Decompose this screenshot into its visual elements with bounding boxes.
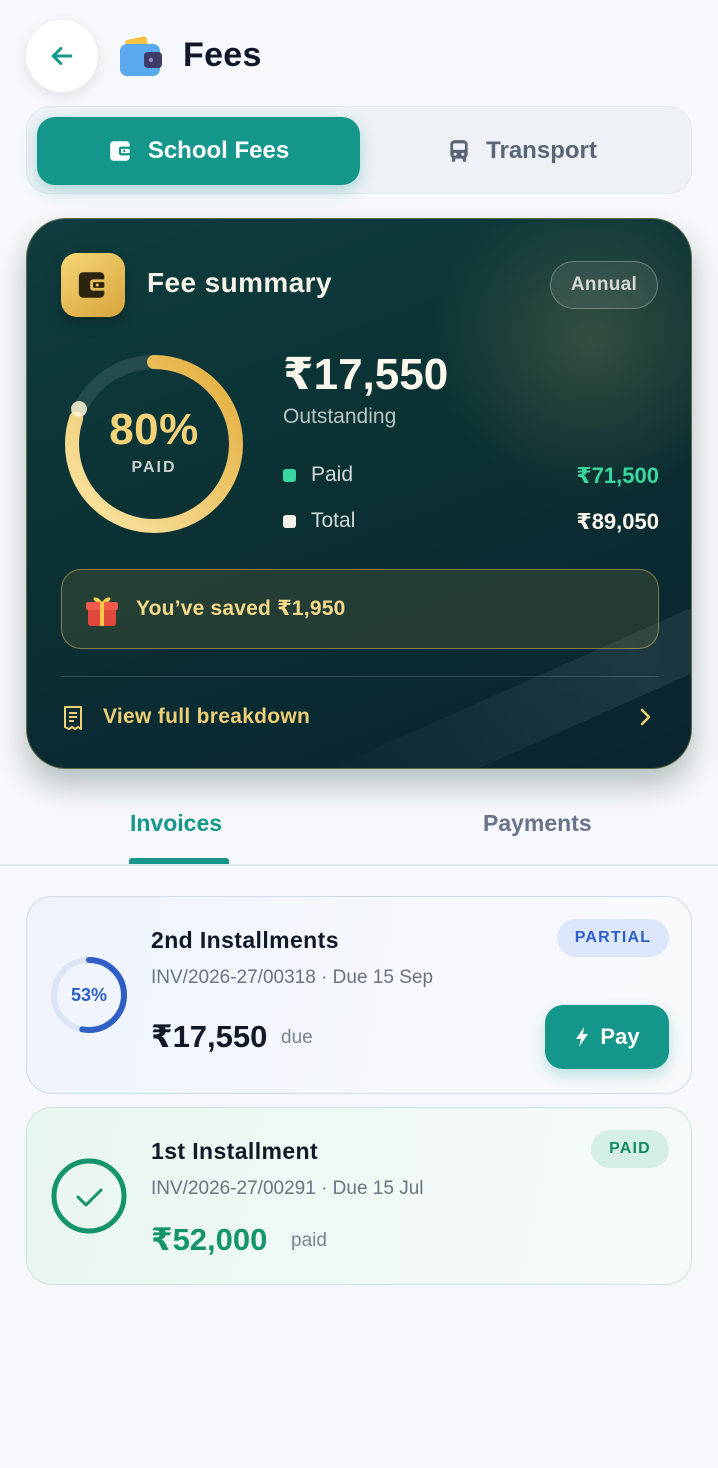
total-dot (283, 515, 296, 528)
invoice-title: 1st Installment (151, 1138, 319, 1164)
invoice-amount-suffix: due (281, 1027, 313, 1048)
tab-invoices[interactable]: Invoices (130, 810, 222, 837)
page-title: Fees (183, 36, 262, 74)
wallet-icon (120, 36, 162, 76)
fee-type-segment: School Fees Transport (26, 106, 692, 194)
divider (61, 676, 659, 677)
invoice-amount: ₹17,550 (151, 1019, 268, 1054)
chevron-right-icon (640, 708, 651, 726)
legend-total: Total ₹89,050 (283, 507, 659, 537)
invoice-card-partial[interactable]: 53% 2nd Installments INV/2026-27/00318 ·… (26, 896, 692, 1094)
paid-percent: 80% (109, 405, 199, 454)
receipt-icon (64, 706, 82, 730)
invoice-card-paid[interactable]: 1st Installment INV/2026-27/00291 · Due … (26, 1107, 692, 1285)
active-tab-indicator (129, 858, 229, 864)
tab-transport[interactable]: Transport (360, 117, 683, 185)
legend-value: ₹89,050 (576, 509, 659, 534)
invoice-meta: INV/2026-27/00318 · Due 15 Sep (151, 967, 434, 988)
tab-payments[interactable]: Payments (483, 810, 592, 837)
breakdown-label: View full breakdown (103, 705, 311, 728)
invoice-amount-suffix: paid (291, 1230, 327, 1251)
status-badge: PAID (591, 1130, 669, 1168)
pay-label: Pay (600, 1024, 640, 1049)
back-button[interactable] (26, 20, 98, 92)
invoice-meta: INV/2026-27/00291 · Due 15 Jul (151, 1178, 424, 1199)
tab-label: Transport (486, 137, 597, 164)
check-circle-icon (51, 1158, 127, 1234)
summary-title: Fee summary (147, 267, 332, 298)
legend-label: Paid (311, 463, 354, 486)
header: Fees (0, 0, 718, 108)
list-tabs: Invoices Payments (0, 790, 718, 866)
bus-icon (450, 140, 468, 162)
outstanding-amount: ₹17,550 (283, 350, 449, 399)
tab-label: School Fees (147, 137, 290, 164)
outstanding-label: Outstanding (283, 405, 397, 428)
invoice-progress-label: 53% (70, 985, 108, 1005)
fee-summary-card: Fee summary Annual 80% PAID ₹17,550 Outs… (26, 218, 692, 769)
paid-caption: PAID (131, 459, 177, 476)
paid-progress-ring: 80% PAID (59, 349, 249, 539)
tab-school-fees[interactable]: School Fees (37, 117, 360, 185)
status-badge: PARTIAL (557, 919, 669, 957)
savings-banner: You’ve saved ₹1,950 (61, 569, 659, 649)
wallet-icon (109, 141, 132, 161)
savings-text: You’ve saved ₹1,950 (136, 597, 346, 620)
pay-button[interactable]: Pay (545, 1005, 669, 1069)
legend-paid: Paid ₹71,500 (283, 461, 659, 491)
invoice-title: 2nd Installments (151, 927, 339, 953)
paid-dot (283, 469, 296, 482)
arrow-left-icon (51, 47, 73, 65)
wallet-icon (78, 272, 108, 298)
invoice-amount: ₹52,000 (151, 1222, 268, 1257)
legend-value: ₹71,500 (576, 463, 659, 488)
legend-label: Total (311, 509, 356, 532)
card-glow (431, 219, 691, 499)
view-breakdown-link[interactable]: View full breakdown (61, 695, 659, 741)
lightning-icon (576, 1027, 589, 1047)
period-pill[interactable]: Annual (550, 261, 658, 309)
wallet-badge (61, 253, 125, 317)
gift-icon (86, 597, 118, 626)
